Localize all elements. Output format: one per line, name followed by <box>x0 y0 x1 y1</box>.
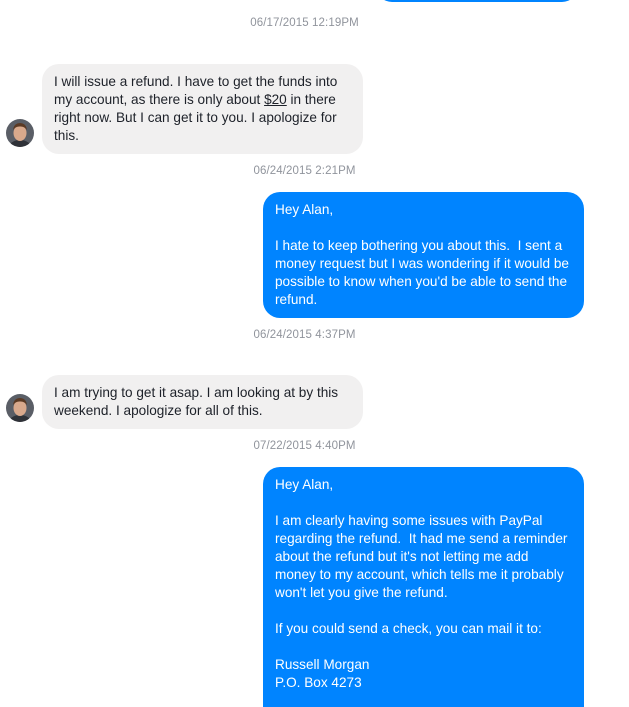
timestamp: 06/24/2015 4:37PM <box>253 329 356 341</box>
incoming-message: I will issue a refund. I have to get the… <box>42 64 363 154</box>
timestamp: 06/17/2015 12:19PM <box>250 17 359 29</box>
amount-link[interactable]: $20 <box>264 92 287 107</box>
previous-message-bubble <box>376 0 578 2</box>
incoming-message: I am trying to get it asap. I am looking… <box>42 375 363 429</box>
avatar-icon[interactable] <box>6 119 34 147</box>
timestamp: 06/24/2015 2:21PM <box>253 165 356 177</box>
avatar-icon[interactable] <box>6 394 34 422</box>
timestamp: 07/22/2015 4:40PM <box>253 440 356 452</box>
outgoing-message: Hey Alan, I am clearly having some issue… <box>263 467 584 707</box>
outgoing-message: Hey Alan, I hate to keep bothering you a… <box>263 192 584 318</box>
